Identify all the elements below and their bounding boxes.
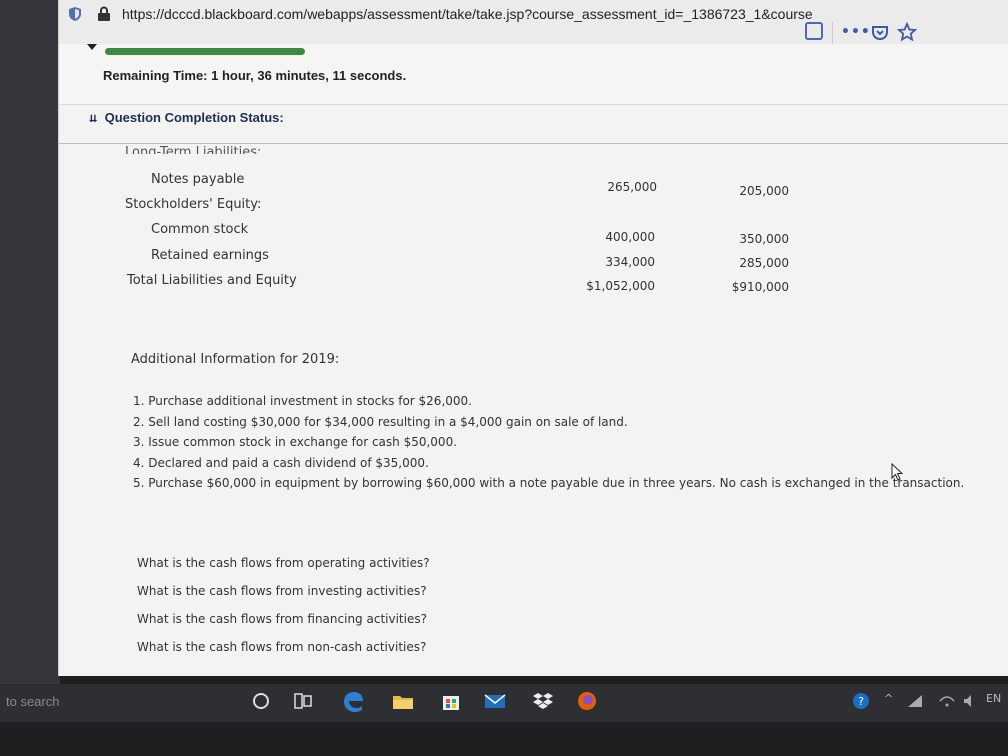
remaining-time-label: Remaining Time:: [103, 68, 208, 83]
language-indicator[interactable]: EN: [986, 692, 1001, 705]
question-text: What is the cash flows from non-cash act…: [137, 640, 427, 654]
collapse-timer-icon[interactable]: [87, 44, 97, 50]
row-label: Common stock: [151, 222, 249, 237]
value-2018: 285,000: [739, 256, 789, 270]
chevron-down-icon[interactable]: ⮇: [89, 114, 97, 125]
reader-view-icon[interactable]: [805, 22, 823, 40]
page-actions-menu-button[interactable]: •••: [841, 24, 871, 40]
list-item: 4. Declared and paid a cash dividend of …: [133, 456, 429, 470]
row-label: Notes payable: [151, 172, 245, 187]
lock-icon[interactable]: [97, 6, 111, 22]
cortana-icon[interactable]: [248, 688, 274, 714]
taskbar: to search ? ^ EN: [0, 684, 1008, 722]
additional-info-heading: Additional Information for 2019:: [131, 352, 340, 367]
list-item: 5. Purchase $60,000 in equipment by borr…: [133, 476, 965, 490]
task-view-icon[interactable]: [290, 688, 316, 714]
section-heading-cut-off: Long-Term Liabilities:: [125, 145, 262, 154]
remaining-time: Remaining Time: 1 hour, 36 minutes, 11 s…: [103, 68, 406, 83]
time-progress-bar: [105, 48, 305, 55]
address-bar[interactable]: https://dcccd.blackboard.com/webapps/ass…: [59, 0, 1008, 45]
file-explorer-icon[interactable]: [390, 688, 416, 714]
value-2019: 265,000: [607, 180, 657, 194]
chevron-up-icon[interactable]: ^: [884, 692, 893, 705]
list-item: 3. Issue common stock in exchange for ca…: [133, 435, 458, 449]
row-label: Retained earnings: [151, 248, 269, 263]
shield-icon[interactable]: [67, 6, 83, 22]
network-icon[interactable]: [906, 693, 924, 709]
row-label: Stockholders' Equity:: [125, 197, 262, 212]
dropbox-icon[interactable]: [530, 688, 556, 714]
taskbar-search[interactable]: to search: [6, 694, 59, 709]
value-2019: 334,000: [605, 255, 655, 269]
desktop-left-edge: [0, 0, 60, 690]
question-text: What is the cash flows from operating ac…: [137, 556, 430, 570]
timer-bar: Remaining Time: 1 hour, 36 minutes, 11 s…: [59, 44, 1008, 105]
mail-icon[interactable]: [482, 688, 508, 714]
list-item: 2. Sell land costing $30,000 for $34,000…: [133, 415, 628, 429]
value-2018: $910,000: [731, 280, 789, 294]
question-text: What is the cash flows from investing ac…: [137, 584, 427, 598]
browser-window: https://dcccd.blackboard.com/webapps/ass…: [58, 0, 1008, 676]
value-2018: 350,000: [739, 232, 789, 246]
pocket-icon[interactable]: [871, 24, 889, 42]
value-2019: $1,052,000: [586, 279, 655, 293]
remaining-time-value: 1 hour, 36 minutes, 11 seconds.: [211, 68, 407, 83]
wifi-icon[interactable]: [938, 693, 956, 709]
row-label: Total Liabilities and Equity: [127, 273, 297, 288]
svg-text:?: ?: [858, 695, 864, 708]
question-completion-status[interactable]: ⮇ Question Completion Status:: [89, 110, 284, 125]
list-item: 1. Purchase additional investment in sto…: [133, 394, 472, 408]
help-icon[interactable]: ?: [852, 692, 870, 710]
store-icon[interactable]: [438, 688, 464, 714]
bookmark-star-icon[interactable]: [897, 22, 917, 42]
toolbar-separator: [832, 22, 833, 44]
value-2018: 205,000: [739, 184, 789, 198]
value-2019: 400,000: [605, 230, 655, 244]
url-text[interactable]: https://dcccd.blackboard.com/webapps/ass…: [122, 6, 813, 22]
volume-icon[interactable]: [962, 693, 978, 709]
question-text: What is the cash flows from financing ac…: [137, 612, 427, 626]
mouse-cursor-icon: [891, 463, 904, 481]
edge-browser-icon[interactable]: [340, 688, 366, 714]
question-completion-label[interactable]: Question Completion Status:: [105, 110, 284, 125]
firefox-icon[interactable]: [574, 688, 600, 714]
